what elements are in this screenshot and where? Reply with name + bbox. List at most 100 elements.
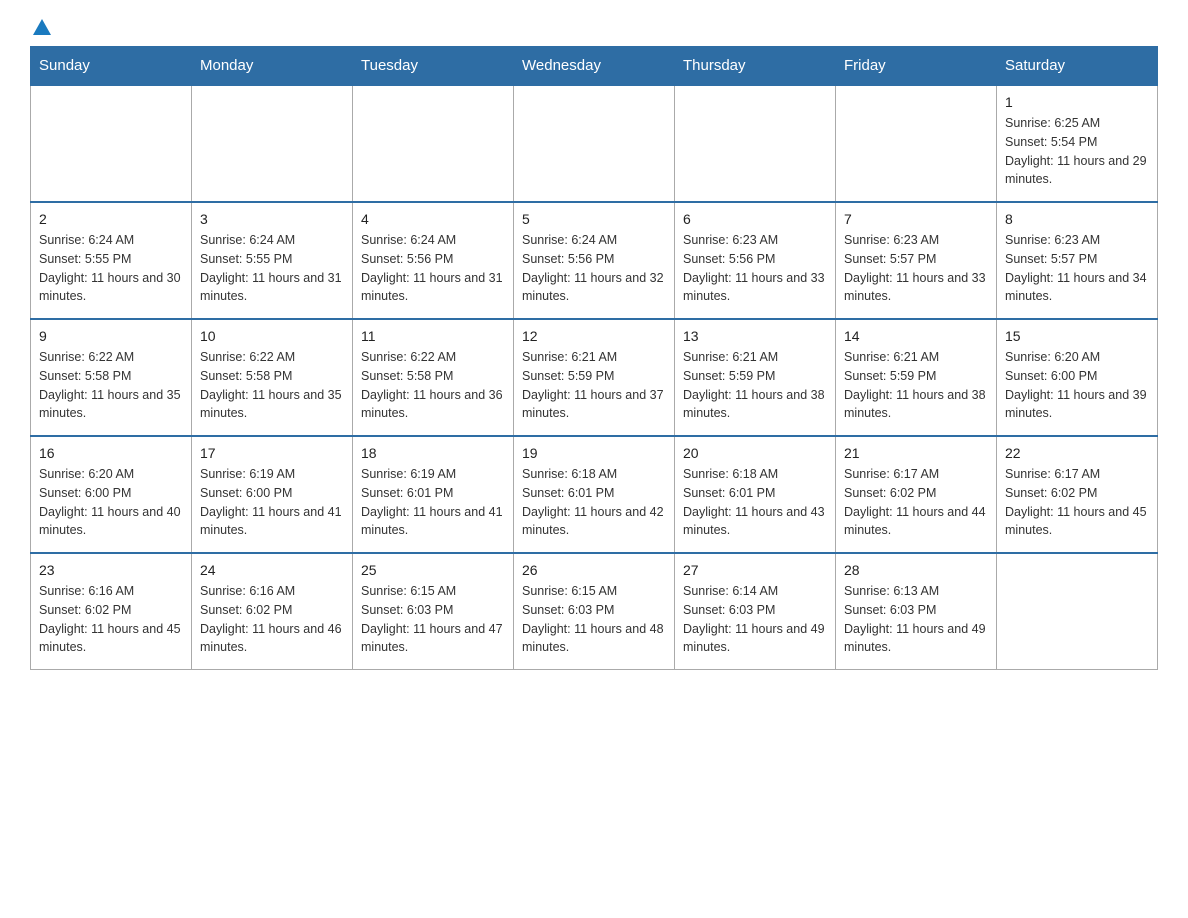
calendar-header-tuesday: Tuesday [353, 47, 514, 86]
day-number: 20 [683, 445, 827, 461]
day-info: Sunrise: 6:20 AM Sunset: 6:00 PM Dayligh… [39, 465, 183, 540]
calendar-cell: 6 Sunrise: 6:23 AM Sunset: 5:56 PM Daylig… [675, 202, 836, 319]
calendar-cell: 28 Sunrise: 6:13 AM Sunset: 6:03 PM Dayli… [836, 553, 997, 670]
day-info: Sunrise: 6:22 AM Sunset: 5:58 PM Dayligh… [361, 348, 505, 423]
calendar-week-row: 1 Sunrise: 6:25 AM Sunset: 5:54 PM Daylig… [31, 85, 1158, 202]
calendar-header-row: SundayMondayTuesdayWednesdayThursdayFrid… [31, 47, 1158, 86]
calendar-cell: 9 Sunrise: 6:22 AM Sunset: 5:58 PM Daylig… [31, 319, 192, 436]
calendar-cell [353, 85, 514, 202]
calendar-cell: 16 Sunrise: 6:20 AM Sunset: 6:00 PM Dayli… [31, 436, 192, 553]
day-info: Sunrise: 6:16 AM Sunset: 6:02 PM Dayligh… [200, 582, 344, 657]
day-info: Sunrise: 6:21 AM Sunset: 5:59 PM Dayligh… [844, 348, 988, 423]
calendar-table: SundayMondayTuesdayWednesdayThursdayFrid… [30, 46, 1158, 670]
calendar-week-row: 9 Sunrise: 6:22 AM Sunset: 5:58 PM Daylig… [31, 319, 1158, 436]
day-number: 11 [361, 328, 505, 344]
day-number: 24 [200, 562, 344, 578]
calendar-cell: 20 Sunrise: 6:18 AM Sunset: 6:01 PM Dayli… [675, 436, 836, 553]
calendar-cell [192, 85, 353, 202]
calendar-cell: 8 Sunrise: 6:23 AM Sunset: 5:57 PM Daylig… [997, 202, 1158, 319]
day-info: Sunrise: 6:19 AM Sunset: 6:01 PM Dayligh… [361, 465, 505, 540]
day-number: 1 [1005, 94, 1149, 110]
day-number: 3 [200, 211, 344, 227]
day-info: Sunrise: 6:19 AM Sunset: 6:00 PM Dayligh… [200, 465, 344, 540]
calendar-cell: 12 Sunrise: 6:21 AM Sunset: 5:59 PM Dayli… [514, 319, 675, 436]
calendar-cell [997, 553, 1158, 670]
day-number: 28 [844, 562, 988, 578]
day-number: 25 [361, 562, 505, 578]
day-number: 15 [1005, 328, 1149, 344]
day-info: Sunrise: 6:18 AM Sunset: 6:01 PM Dayligh… [683, 465, 827, 540]
calendar-cell: 13 Sunrise: 6:21 AM Sunset: 5:59 PM Dayli… [675, 319, 836, 436]
calendar-week-row: 16 Sunrise: 6:20 AM Sunset: 6:00 PM Dayli… [31, 436, 1158, 553]
calendar-cell: 1 Sunrise: 6:25 AM Sunset: 5:54 PM Daylig… [997, 85, 1158, 202]
day-info: Sunrise: 6:21 AM Sunset: 5:59 PM Dayligh… [683, 348, 827, 423]
calendar-cell: 27 Sunrise: 6:14 AM Sunset: 6:03 PM Dayli… [675, 553, 836, 670]
day-info: Sunrise: 6:21 AM Sunset: 5:59 PM Dayligh… [522, 348, 666, 423]
day-number: 7 [844, 211, 988, 227]
day-number: 4 [361, 211, 505, 227]
day-number: 14 [844, 328, 988, 344]
day-number: 5 [522, 211, 666, 227]
calendar-cell: 18Sunrise: 6:19 AM Sunset: 6:01 PM Dayli… [353, 436, 514, 553]
calendar-cell: 21 Sunrise: 6:17 AM Sunset: 6:02 PM Dayli… [836, 436, 997, 553]
calendar-header-friday: Friday [836, 47, 997, 86]
day-info: Sunrise: 6:25 AM Sunset: 5:54 PM Dayligh… [1005, 114, 1149, 189]
calendar-cell: 17 Sunrise: 6:19 AM Sunset: 6:00 PM Dayli… [192, 436, 353, 553]
logo [30, 20, 51, 36]
calendar-cell: 3Sunrise: 6:24 AM Sunset: 5:55 PM Daylig… [192, 202, 353, 319]
day-info: Sunrise: 6:23 AM Sunset: 5:57 PM Dayligh… [844, 231, 988, 306]
day-number: 2 [39, 211, 183, 227]
calendar-cell: 5Sunrise: 6:24 AM Sunset: 5:56 PM Daylig… [514, 202, 675, 319]
calendar-week-row: 23 Sunrise: 6:16 AM Sunset: 6:02 PM Dayli… [31, 553, 1158, 670]
calendar-cell [836, 85, 997, 202]
calendar-cell [514, 85, 675, 202]
day-info: Sunrise: 6:13 AM Sunset: 6:03 PM Dayligh… [844, 582, 988, 657]
calendar-cell: 2 Sunrise: 6:24 AM Sunset: 5:55 PM Daylig… [31, 202, 192, 319]
day-info: Sunrise: 6:17 AM Sunset: 6:02 PM Dayligh… [1005, 465, 1149, 540]
calendar-cell: 7 Sunrise: 6:23 AM Sunset: 5:57 PM Daylig… [836, 202, 997, 319]
calendar-cell [31, 85, 192, 202]
day-info: Sunrise: 6:24 AM Sunset: 5:55 PM Dayligh… [39, 231, 183, 306]
calendar-cell: 10 Sunrise: 6:22 AM Sunset: 5:58 PM Dayli… [192, 319, 353, 436]
day-info: Sunrise: 6:23 AM Sunset: 5:57 PM Dayligh… [1005, 231, 1149, 306]
calendar-cell: 4 Sunrise: 6:24 AM Sunset: 5:56 PM Daylig… [353, 202, 514, 319]
day-number: 9 [39, 328, 183, 344]
day-number: 21 [844, 445, 988, 461]
day-info: Sunrise: 6:24 AM Sunset: 5:56 PM Dayligh… [361, 231, 505, 306]
calendar-header-thursday: Thursday [675, 47, 836, 86]
day-info: Sunrise: 6:23 AM Sunset: 5:56 PM Dayligh… [683, 231, 827, 306]
calendar-cell: 26 Sunrise: 6:15 AM Sunset: 6:03 PM Dayli… [514, 553, 675, 670]
calendar-header-monday: Monday [192, 47, 353, 86]
calendar-header-saturday: Saturday [997, 47, 1158, 86]
day-info: Sunrise: 6:14 AM Sunset: 6:03 PM Dayligh… [683, 582, 827, 657]
day-info: Sunrise: 6:22 AM Sunset: 5:58 PM Dayligh… [39, 348, 183, 423]
day-info: Sunrise: 6:22 AM Sunset: 5:58 PM Dayligh… [200, 348, 344, 423]
day-number: 26 [522, 562, 666, 578]
day-number: 23 [39, 562, 183, 578]
day-info: Sunrise: 6:18 AM Sunset: 6:01 PM Dayligh… [522, 465, 666, 540]
calendar-cell [675, 85, 836, 202]
day-number: 10 [200, 328, 344, 344]
day-info: Sunrise: 6:17 AM Sunset: 6:02 PM Dayligh… [844, 465, 988, 540]
calendar-week-row: 2 Sunrise: 6:24 AM Sunset: 5:55 PM Daylig… [31, 202, 1158, 319]
calendar-cell: 19 Sunrise: 6:18 AM Sunset: 6:01 PM Dayli… [514, 436, 675, 553]
calendar-cell: 25 Sunrise: 6:15 AM Sunset: 6:03 PM Dayli… [353, 553, 514, 670]
logo-triangle-icon [33, 19, 51, 35]
day-number: 27 [683, 562, 827, 578]
calendar-header-wednesday: Wednesday [514, 47, 675, 86]
day-info: Sunrise: 6:15 AM Sunset: 6:03 PM Dayligh… [361, 582, 505, 657]
day-number: 12 [522, 328, 666, 344]
day-number: 8 [1005, 211, 1149, 227]
day-number: 13 [683, 328, 827, 344]
day-info: Sunrise: 6:16 AM Sunset: 6:02 PM Dayligh… [39, 582, 183, 657]
page-header [30, 20, 1158, 36]
day-info: Sunrise: 6:20 AM Sunset: 6:00 PM Dayligh… [1005, 348, 1149, 423]
day-number: 17 [200, 445, 344, 461]
day-number: 16 [39, 445, 183, 461]
day-number: 19 [522, 445, 666, 461]
day-info: Sunrise: 6:15 AM Sunset: 6:03 PM Dayligh… [522, 582, 666, 657]
day-number: 6 [683, 211, 827, 227]
calendar-cell: 23 Sunrise: 6:16 AM Sunset: 6:02 PM Dayli… [31, 553, 192, 670]
calendar-cell: 22 Sunrise: 6:17 AM Sunset: 6:02 PM Dayli… [997, 436, 1158, 553]
day-number: 22 [1005, 445, 1149, 461]
